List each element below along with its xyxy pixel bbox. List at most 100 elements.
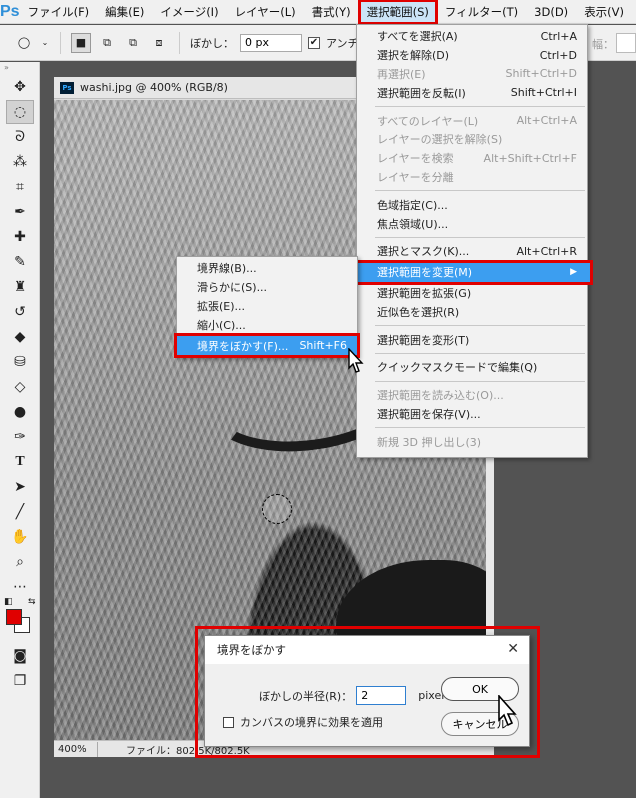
healing-brush-tool-icon[interactable]: ✚ <box>6 225 34 249</box>
panel-collapse-icon[interactable]: » <box>0 62 39 74</box>
lasso-tool-icon[interactable]: ᘐ <box>6 125 34 149</box>
menu-edit[interactable]: 編集(E) <box>97 0 152 24</box>
menu-3d[interactable]: 3D(D) <box>526 0 576 24</box>
clone-stamp-tool-icon[interactable]: ♜ <box>6 275 34 299</box>
menu-item-inverse[interactable]: 選択範囲を反転(I) Shift+Ctrl+I <box>357 83 587 102</box>
menu-separator <box>375 325 585 327</box>
radius-input[interactable] <box>356 686 407 705</box>
menu-file[interactable]: ファイル(F) <box>20 0 98 24</box>
selection-marquee[interactable] <box>262 494 292 524</box>
menu-item-3d-extrusion[interactable]: 新規 3D 押し出し(3) <box>357 432 587 451</box>
submenu-arrow-icon: ▶ <box>570 267 577 278</box>
submenu-item-smooth[interactable]: 滑らかに(S)... <box>177 278 357 297</box>
document-title: washi.jpg @ 400% (RGB/8) <box>80 81 228 94</box>
photoshop-logo: Ps <box>0 2 20 20</box>
new-selection-icon[interactable]: ■ <box>71 32 91 53</box>
canvas-bounds-checkbox[interactable] <box>223 716 234 728</box>
hand-tool-icon[interactable]: ✋ <box>6 525 34 549</box>
menu-type[interactable]: 書式(Y) <box>304 0 359 24</box>
feather-dialog: 境界をぼかす ✕ ぼかしの半径(R)： pixel カンバスの境界に効果を適用 … <box>204 635 530 747</box>
divider <box>60 31 61 54</box>
menu-filter[interactable]: フィルター(T) <box>437 0 526 24</box>
menu-item-modify[interactable]: 選択範囲を変更(M) ▶ <box>351 259 593 285</box>
default-colors-icon[interactable]: ◧ <box>4 597 13 607</box>
menu-separator <box>375 380 585 382</box>
submenu-item-expand[interactable]: 拡張(E)... <box>177 297 357 316</box>
subtract-selection-icon[interactable]: ⧉ <box>123 33 143 53</box>
menu-bar: Ps ファイル(F) 編集(E) イメージ(I) レイヤー(L) 書式(Y) 選… <box>0 0 636 25</box>
zoom-tool-icon[interactable]: ⌕ <box>6 550 34 574</box>
menu-item-similar[interactable]: 近似色を選択(R) <box>357 302 587 321</box>
eyedropper-tool-icon[interactable]: ✒ <box>6 200 34 224</box>
menu-separator <box>375 190 585 192</box>
dodge-tool-icon[interactable]: ● <box>6 400 34 424</box>
menu-select[interactable]: 選択範囲(S) <box>357 0 438 25</box>
eraser-tool-icon[interactable]: ◆ <box>6 325 34 349</box>
path-selection-tool-icon[interactable]: ➤ <box>6 475 34 499</box>
quick-mask-icon[interactable]: ◙ <box>6 644 34 668</box>
blur-tool-icon[interactable]: ◇ <box>6 375 34 399</box>
menu-item-focus-area[interactable]: 焦点領域(U)... <box>357 214 587 233</box>
ps-file-icon: Ps <box>60 81 74 94</box>
divider <box>179 31 180 54</box>
menu-separator <box>375 352 585 354</box>
width-input[interactable] <box>616 33 636 53</box>
menu-separator <box>375 106 585 108</box>
add-selection-icon[interactable]: ⧉ <box>97 33 117 53</box>
menu-item-isolate-layers[interactable]: レイヤーを分離 <box>357 168 587 187</box>
submenu-item-contract[interactable]: 縮小(C)... <box>177 315 357 334</box>
menu-item-deselect[interactable]: 選択を解除(D) Ctrl+D <box>357 46 587 65</box>
intersect-selection-icon[interactable]: ⧈ <box>149 33 169 53</box>
type-tool-icon[interactable]: T <box>6 450 34 474</box>
chevron-down-icon[interactable]: ⌄ <box>40 33 50 53</box>
menu-image[interactable]: イメージ(I) <box>152 0 226 24</box>
modify-submenu: 境界線(B)... 滑らかに(S)... 拡張(E)... 縮小(C)... 境… <box>174 256 360 358</box>
menu-separator <box>375 236 585 238</box>
more-tools-icon[interactable]: ⋯ <box>6 575 34 599</box>
menu-view[interactable]: 表示(V) <box>576 0 632 24</box>
zoom-level[interactable]: 400% <box>54 741 98 757</box>
move-tool-icon[interactable]: ✥ <box>6 75 34 99</box>
pen-tool-icon[interactable]: ✑ <box>6 425 34 449</box>
antialias-label: アンチ <box>326 36 359 50</box>
color-swatches[interactable]: ◧ ⇆ <box>0 597 40 643</box>
paint-bucket-tool-icon[interactable]: ⛁ <box>6 350 34 374</box>
menu-item-color-range[interactable]: 色域指定(C)... <box>357 195 587 214</box>
line-tool-icon[interactable]: ╱ <box>6 500 34 524</box>
history-brush-tool-icon[interactable]: ↺ <box>6 300 34 324</box>
foreground-color-swatch[interactable] <box>6 609 22 625</box>
menu-item-all-layers[interactable]: すべてのレイヤー(L) Alt+Ctrl+A <box>357 111 587 130</box>
submenu-item-feather[interactable]: 境界をぼかす(F)... Shift+F6 <box>174 333 360 358</box>
menu-item-deselect-layers[interactable]: レイヤーの選択を解除(S) <box>357 130 587 149</box>
swap-colors-icon[interactable]: ⇆ <box>28 597 36 607</box>
menu-item-select-all[interactable]: すべてを選択(A) Ctrl+A <box>357 27 587 46</box>
menu-layer[interactable]: レイヤー(L) <box>227 0 304 24</box>
antialias-checkbox[interactable]: ✔ <box>308 36 320 49</box>
radius-row: ぼかしの半径(R)： pixel <box>259 686 444 705</box>
menu-separator <box>375 427 585 429</box>
magic-wand-tool-icon[interactable]: ⁂ <box>6 150 34 174</box>
close-icon[interactable]: ✕ <box>507 641 519 657</box>
canvas-bounds-label: カンバスの境界に効果を適用 <box>240 716 383 729</box>
menu-item-find-layers[interactable]: レイヤーを検索 Alt+Shift+Ctrl+F <box>357 149 587 168</box>
width-label: 幅： <box>592 38 614 51</box>
elliptical-marquee-icon[interactable]: ◯ <box>14 33 34 53</box>
submenu-item-border[interactable]: 境界線(B)... <box>177 259 357 278</box>
brush-tool-icon[interactable]: ✎ <box>6 250 34 274</box>
radius-label: ぼかしの半径(R)： <box>259 689 353 703</box>
menu-window[interactable]: ウ <box>632 0 636 24</box>
menu-item-transform-selection[interactable]: 選択範囲を変形(T) <box>357 330 587 349</box>
feather-label: ぼかし： <box>190 36 234 50</box>
menu-item-quick-mask[interactable]: クイックマスクモードで編集(Q) <box>357 358 587 377</box>
screen-mode-icon[interactable]: ❐ <box>6 669 34 693</box>
menu-item-grow[interactable]: 選択範囲を拡張(G) <box>357 284 587 303</box>
crop-tool-icon[interactable]: ⌗ <box>6 175 34 199</box>
menu-item-reselect[interactable]: 再選択(E) Shift+Ctrl+D <box>357 65 587 84</box>
menu-item-select-and-mask[interactable]: 選択とマスク(K)... Alt+Ctrl+R <box>357 242 587 261</box>
elliptical-marquee-tool-icon[interactable]: ◌ <box>6 100 34 124</box>
menu-item-save-selection[interactable]: 選択範囲を保存(V)... <box>357 405 587 424</box>
canvas-bounds-option[interactable]: カンバスの境界に効果を適用 <box>223 714 383 730</box>
feather-input[interactable] <box>240 33 302 52</box>
menu-item-load-selection[interactable]: 選択範囲を読み込む(O)... <box>357 386 587 405</box>
select-menu-dropdown: すべてを選択(A) Ctrl+A 選択を解除(D) Ctrl+D 再選択(E) Shi… <box>351 24 593 458</box>
